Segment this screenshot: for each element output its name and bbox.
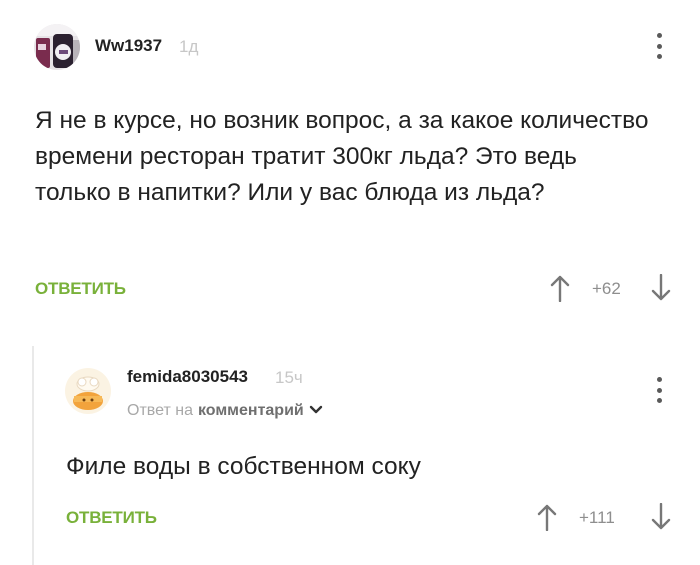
arrow-down-icon[interactable] bbox=[651, 274, 671, 302]
arrow-up-icon[interactable] bbox=[550, 274, 570, 302]
comment-age: 15ч bbox=[275, 368, 303, 387]
arrow-down-icon[interactable] bbox=[651, 503, 671, 531]
reply-to-link[interactable]: комментарий bbox=[198, 402, 304, 420]
avatar-femida8030543[interactable] bbox=[65, 368, 111, 414]
arrow-up-icon[interactable] bbox=[537, 503, 557, 531]
comment-text: Филе воды в собственном соку bbox=[66, 453, 421, 480]
thread-line bbox=[32, 346, 34, 565]
comment-age: 1д bbox=[179, 37, 199, 56]
comment-text: Я не в курсе, но возник вопрос, а за как… bbox=[35, 107, 649, 206]
comment-score: +62 bbox=[592, 279, 621, 298]
comment-username[interactable]: femida8030543 bbox=[127, 367, 248, 387]
reply-button[interactable]: ОТВЕТИТЬ bbox=[66, 508, 157, 528]
reply-to-indicator[interactable]: Ответ на комментарий bbox=[127, 402, 323, 420]
comment-score: +111 bbox=[579, 508, 615, 527]
more-vertical-icon[interactable] bbox=[656, 377, 662, 403]
chevron-down-icon[interactable] bbox=[309, 402, 323, 420]
reply-to-prefix: Ответ на bbox=[127, 402, 193, 419]
more-vertical-icon[interactable] bbox=[656, 33, 662, 59]
reply-button[interactable]: ОТВЕТИТЬ bbox=[35, 279, 126, 299]
avatar-ww1937[interactable] bbox=[34, 24, 80, 70]
comment-username[interactable]: Ww1937 bbox=[95, 36, 162, 56]
